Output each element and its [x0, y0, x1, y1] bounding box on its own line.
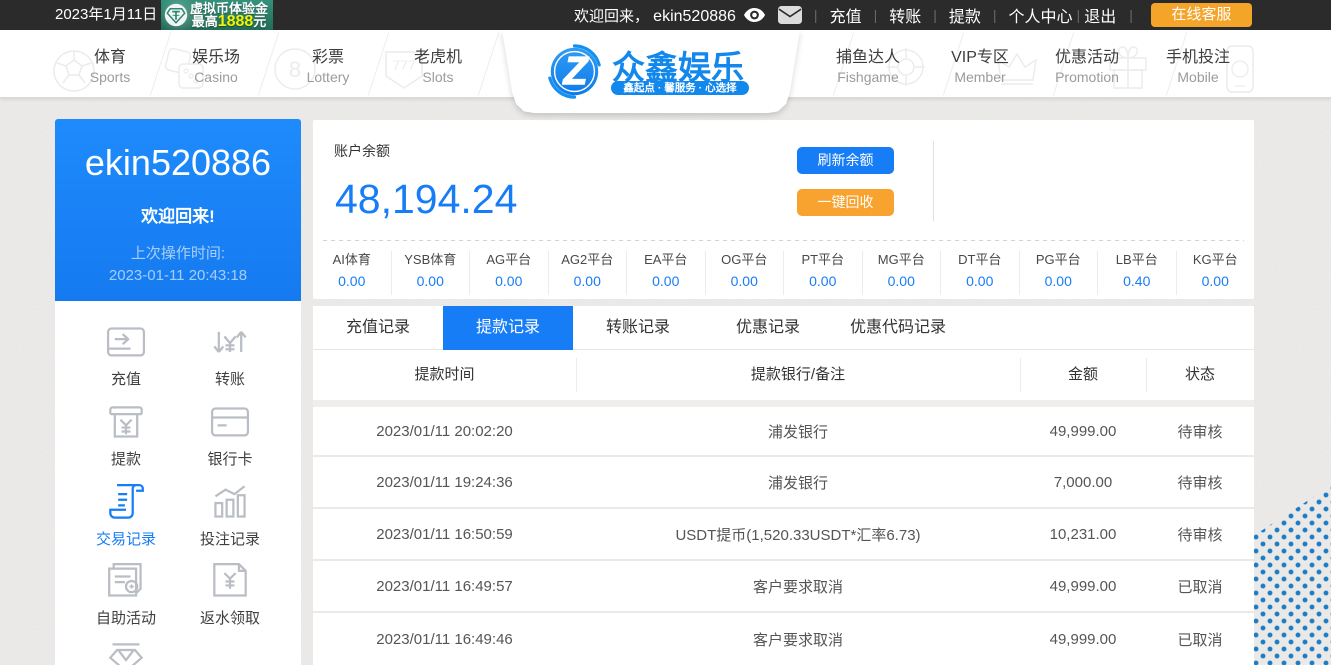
svg-text:8: 8	[289, 57, 301, 82]
svg-text:777: 777	[392, 57, 416, 73]
svg-text:Z: Z	[563, 50, 589, 93]
